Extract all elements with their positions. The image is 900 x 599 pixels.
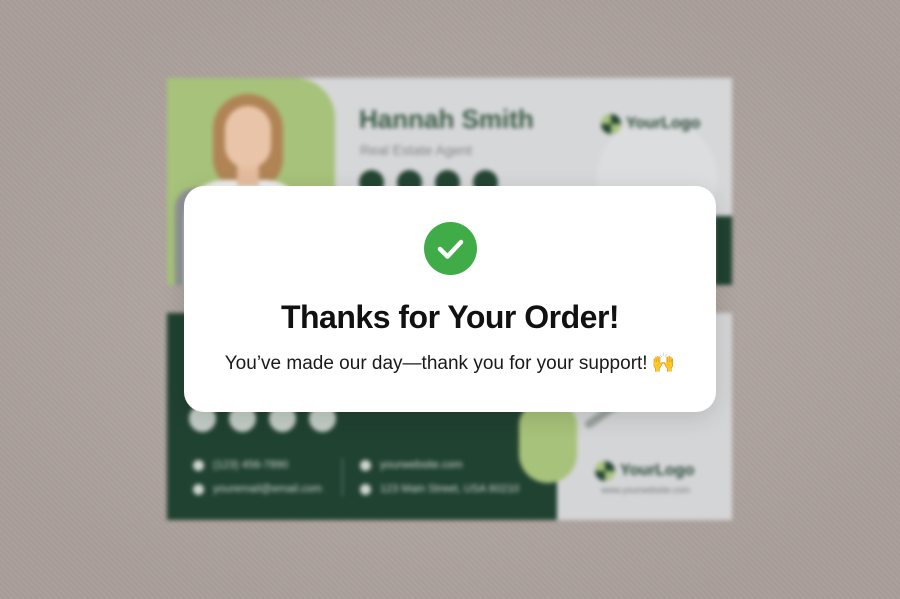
logo: YourLogo <box>601 114 700 134</box>
logo-subtext: www.yourwebsite.com <box>601 485 691 495</box>
mail-icon <box>193 483 204 495</box>
address-text: 123 Main Street, USA 60210 <box>380 483 520 495</box>
phone-icon <box>193 459 204 471</box>
phone-text: (123) 456-7890 <box>213 459 289 471</box>
contact-email: youremail@email.com <box>193 483 322 495</box>
logo-mark-icon <box>601 114 621 134</box>
agent-role: Real Estate Agent <box>360 142 473 158</box>
globe-icon <box>360 459 371 471</box>
logo-mark-icon <box>595 461 615 481</box>
dialog-message: You’ve made our day—thank you for your s… <box>184 351 716 375</box>
contact-address: 123 Main Street, USA 60210 <box>360 483 519 495</box>
divider <box>342 458 343 496</box>
website-text: yourwebsite.com <box>380 459 463 471</box>
logo: YourLogo <box>595 461 694 481</box>
decorative-blob <box>519 403 577 483</box>
raising-hands-emoji: 🙌 <box>651 353 676 374</box>
message-text: You’ve made our day—thank you for your s… <box>224 353 648 374</box>
dialog-title: Thanks for Your Order! <box>280 299 620 335</box>
logo-text: YourLogo <box>626 115 701 132</box>
order-confirmation-dialog: Thanks for Your Order! You’ve made our d… <box>184 186 716 412</box>
logo-text: YourLogo <box>620 462 695 479</box>
email-text: youremail@email.com <box>213 483 322 495</box>
contact-website: yourwebsite.com <box>360 459 463 471</box>
location-pin-icon <box>360 483 371 495</box>
check-icon <box>424 222 477 275</box>
agent-name: Hannah Smith <box>359 104 534 134</box>
accent-strip <box>714 216 732 285</box>
contact-phone: (123) 456-7890 <box>193 459 288 471</box>
